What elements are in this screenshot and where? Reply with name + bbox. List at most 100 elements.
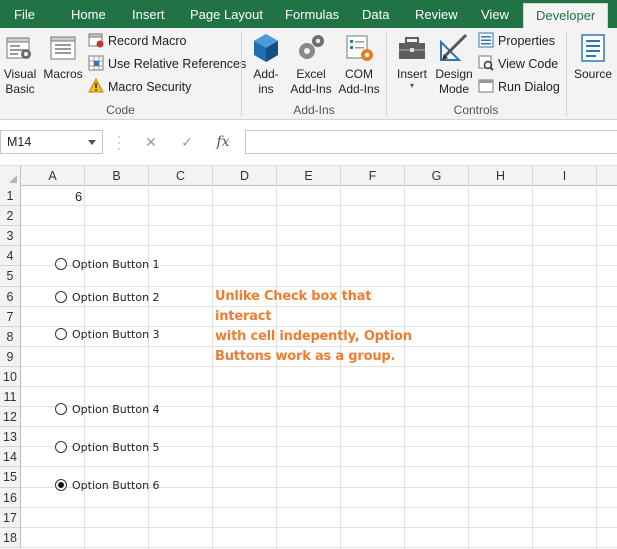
visual-basic-label-2: Basic	[5, 82, 35, 96]
row-header-18[interactable]: 18	[0, 528, 21, 548]
gridline	[532, 186, 533, 549]
ribbon: Visual Basic Macros Record Macro Use Rel…	[0, 28, 617, 120]
macro-security-button[interactable]: Macro Security	[88, 77, 191, 97]
row-header-15[interactable]: 15	[0, 467, 21, 488]
source-button[interactable]: Source	[572, 32, 614, 82]
tab-developer[interactable]: Developer	[523, 3, 609, 28]
properties-button[interactable]: Properties	[478, 31, 555, 51]
row-header-2[interactable]: 2	[0, 206, 21, 226]
gridline	[21, 466, 617, 467]
row-header-1[interactable]: 1	[0, 186, 21, 206]
tab-home[interactable]: Home	[71, 0, 106, 28]
add-ins-button[interactable]: Add- ins	[248, 32, 284, 97]
design-mode-icon	[440, 33, 468, 61]
row-header-13[interactable]: 13	[0, 427, 21, 447]
view-code-icon	[478, 55, 494, 71]
tab-insert[interactable]: Insert	[132, 0, 165, 28]
macro-security-label: Macro Security	[108, 80, 192, 94]
worksheet-grid[interactable]: A B C D E F G H I 1 2 3 4 5 6 7 8 9 10 11 12 13 14 15 1…	[0, 166, 617, 549]
ribbon-tab-bar: File Home Insert Page Layout Formulas Da…	[0, 0, 617, 28]
view-code-button[interactable]: View Code	[478, 54, 558, 74]
use-relative-references-button[interactable]: Use Relative References	[88, 54, 246, 74]
option-button-5[interactable]: Option Button 5	[55, 441, 160, 457]
tab-view[interactable]: View	[481, 0, 509, 28]
cancel-button[interactable]: ✕	[139, 131, 163, 153]
row-header-4[interactable]: 4	[0, 246, 21, 266]
row-header-17[interactable]: 17	[0, 508, 21, 528]
option-button-6[interactable]: Option Button 6	[55, 479, 160, 495]
tab-review[interactable]: Review	[415, 0, 458, 28]
name-box-value: M14	[7, 135, 32, 149]
column-header-c[interactable]: C	[149, 166, 213, 186]
gridline	[21, 426, 617, 427]
option-button-3[interactable]: Option Button 3	[55, 328, 160, 344]
radio-indicator[interactable]	[55, 479, 67, 491]
radio-indicator[interactable]	[55, 403, 67, 415]
radio-indicator[interactable]	[55, 328, 67, 340]
enter-button[interactable]: ✓	[175, 131, 199, 153]
visual-basic-button[interactable]: Visual Basic	[2, 32, 38, 97]
gridline	[21, 245, 617, 246]
option-button-1[interactable]: Option Button 1	[55, 258, 160, 274]
note-line: with cell indepently, Option	[215, 329, 412, 344]
column-header-a[interactable]: A	[21, 166, 85, 186]
column-header-d[interactable]: D	[213, 166, 277, 186]
note-line: Unlike Check box that interact	[215, 289, 372, 324]
column-header-h[interactable]: H	[469, 166, 533, 186]
column-header-b[interactable]: B	[85, 166, 149, 186]
chevron-down-icon[interactable]	[88, 140, 96, 145]
excel-add-ins-button[interactable]: Excel Add-Ins	[288, 32, 334, 97]
com-add-ins-button[interactable]: COM Add-Ins	[336, 32, 382, 97]
column-header-g[interactable]: G	[405, 166, 469, 186]
option-button-label: Option Button 5	[72, 441, 160, 454]
run-dialog-button[interactable]: Run Dialog	[478, 77, 560, 97]
tab-data[interactable]: Data	[362, 0, 389, 28]
select-all-button[interactable]	[0, 166, 21, 186]
note-line: Buttons work as a group.	[215, 349, 396, 364]
row-header-14[interactable]: 14	[0, 447, 21, 467]
tab-page-layout[interactable]: Page Layout	[190, 0, 263, 28]
row-header-8[interactable]: 8	[0, 327, 21, 347]
column-header-i[interactable]: I	[533, 166, 597, 186]
insert-control-button[interactable]: Insert ▾	[394, 32, 430, 90]
record-macro-icon	[88, 33, 104, 48]
row-header-9[interactable]: 9	[0, 347, 21, 367]
column-header-e[interactable]: E	[277, 166, 341, 186]
gridline	[21, 527, 617, 528]
row-header-7[interactable]: 7	[0, 307, 21, 327]
row-header-10[interactable]: 10	[0, 367, 21, 387]
cell-a1[interactable]: 6	[75, 189, 82, 204]
insert-function-button[interactable]: fx	[211, 131, 235, 153]
gridline	[21, 225, 617, 226]
relative-references-icon	[88, 55, 104, 71]
gridline	[468, 186, 469, 549]
row-header-3[interactable]: 3	[0, 226, 21, 246]
formula-input[interactable]	[245, 130, 617, 154]
option-button-label: Option Button 6	[72, 479, 160, 492]
name-box[interactable]: M14	[0, 130, 103, 154]
formula-bar-grip[interactable]: · · ·	[117, 130, 121, 154]
tab-formulas[interactable]: Formulas	[285, 0, 339, 28]
group-label-code: Code	[106, 103, 135, 117]
radio-indicator[interactable]	[55, 291, 67, 303]
radio-indicator[interactable]	[55, 441, 67, 453]
row-header-6[interactable]: 6	[0, 287, 21, 307]
gridline	[21, 386, 617, 387]
view-code-label: View Code	[498, 57, 559, 71]
macros-button[interactable]: Macros	[42, 32, 84, 82]
record-macro-button[interactable]: Record Macro	[88, 31, 187, 51]
column-header-f[interactable]: F	[341, 166, 405, 186]
add-ins-icon	[254, 34, 278, 62]
option-button-4[interactable]: Option Button 4	[55, 403, 160, 419]
row-header-16[interactable]: 16	[0, 488, 21, 508]
row-header-5[interactable]: 5	[0, 266, 21, 287]
tab-file[interactable]: File	[14, 0, 35, 28]
row-header-11[interactable]: 11	[0, 387, 21, 407]
option-button-label: Option Button 1	[72, 258, 160, 271]
gridline	[276, 186, 277, 549]
run-dialog-label: Run Dialog	[498, 80, 560, 94]
row-header-12[interactable]: 12	[0, 407, 21, 427]
option-button-2[interactable]: Option Button 2	[55, 291, 160, 307]
radio-indicator[interactable]	[55, 258, 67, 270]
design-mode-button[interactable]: Design Mode	[434, 32, 474, 97]
